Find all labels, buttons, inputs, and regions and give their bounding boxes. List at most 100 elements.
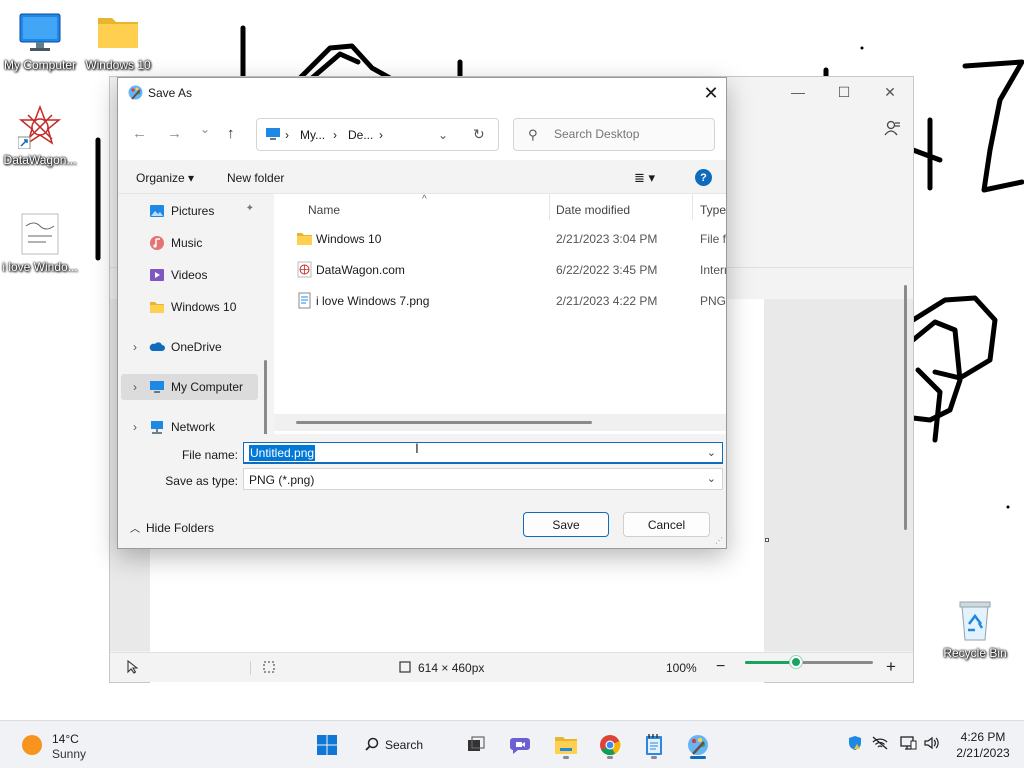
file-list-horizontal-scrollbar[interactable] (296, 421, 592, 424)
paint-vertical-scrollbar[interactable] (904, 285, 907, 530)
sidebar-item-label: My Computer (171, 380, 244, 394)
zoom-out-button[interactable]: − (716, 658, 725, 676)
paint-app-taskbar-icon[interactable] (682, 729, 714, 761)
expand-chevron-icon[interactable]: › (121, 340, 149, 354)
sidebar-item-windows-10[interactable]: Windows 10 (121, 294, 258, 320)
forward-button[interactable]: → (167, 125, 182, 142)
file-list: ^ Name Date modified Type Windows 10 2/2… (274, 194, 726, 434)
internet-shortcut-icon (296, 261, 313, 278)
taskbar-search-button[interactable]: Search (365, 732, 423, 758)
save-button[interactable]: Save (523, 512, 609, 537)
music-icon (149, 235, 165, 251)
file-type: File fo (700, 232, 726, 246)
search-box[interactable]: ⚲ (513, 118, 715, 151)
new-folder-button[interactable]: New folder (227, 171, 284, 185)
display-icon[interactable] (899, 735, 917, 754)
pin-icon: ✦ (245, 203, 254, 214)
sidebar-item-label: Videos (171, 268, 208, 282)
address-bar[interactable]: › My... › De... › ⌄ ↻ (256, 118, 499, 151)
desktop-icon-recycle-bin[interactable]: Recycle Bin (935, 598, 1015, 660)
close-button[interactable]: ✕ (867, 77, 913, 107)
pictures-icon (149, 203, 165, 219)
column-header-name[interactable]: Name (308, 203, 340, 217)
dialog-footer: ︿ Hide Folders Save Cancel ⋰ (118, 498, 726, 548)
chrome-icon[interactable] (594, 729, 626, 761)
refresh-icon[interactable]: ↻ (473, 126, 485, 143)
organize-button[interactable]: Organize ▾ (136, 171, 194, 185)
start-button[interactable] (311, 729, 343, 761)
volume-icon[interactable] (923, 735, 941, 754)
back-button[interactable]: ← (132, 125, 147, 142)
zoom-slider-thumb[interactable] (790, 656, 802, 668)
sidebar-item-onedrive[interactable]: › OneDrive (121, 334, 258, 360)
expand-chevron-icon[interactable]: › (121, 380, 149, 394)
running-indicator (607, 756, 613, 759)
sidebar-item-network[interactable]: › Network (121, 414, 258, 434)
desktop-icon-label: DataWagon... (3, 153, 77, 167)
zoom-slider[interactable] (745, 656, 873, 668)
sidebar-item-label: Music (171, 236, 203, 250)
sidebar-item-videos[interactable]: Videos (121, 262, 258, 288)
videos-icon (149, 267, 165, 283)
column-header-date-modified[interactable]: Date modified (556, 203, 630, 217)
datawagon-shortcut-icon (17, 104, 62, 150)
search-icon: ⚲ (528, 127, 538, 142)
desktop-icon-windows-10[interactable]: Windows 10 (78, 10, 158, 72)
chat-icon[interactable] (505, 729, 537, 761)
folder-icon (296, 230, 313, 247)
recent-locations-button[interactable]: ⌄ (200, 122, 210, 136)
breadcrumb-desktop[interactable]: De... (348, 128, 373, 142)
sidebar-item-music[interactable]: Music (121, 230, 258, 256)
weather-temperature: 14°C (52, 732, 79, 746)
file-row[interactable]: i love Windows 7.png 2/21/2023 4:22 PM P… (274, 286, 726, 316)
help-button[interactable]: ? (695, 169, 712, 186)
address-dropdown-chevron-icon[interactable]: ⌄ (438, 128, 448, 142)
account-icon[interactable] (884, 119, 902, 140)
dialog-title-bar: Save As ✕ (118, 78, 726, 108)
canvas-resize-handle[interactable] (765, 538, 769, 542)
file-row[interactable]: Windows 10 2/21/2023 3:04 PM File fo (274, 224, 726, 254)
column-header-type[interactable]: Type (700, 203, 726, 217)
monitor-icon (18, 10, 62, 54)
search-input[interactable] (554, 127, 704, 141)
network-disconnected-icon[interactable] (871, 735, 889, 754)
resize-grip-icon[interactable]: ⋰ (715, 536, 723, 545)
file-type: PNG (700, 294, 726, 308)
file-explorer-icon[interactable] (550, 729, 582, 761)
sidebar-item-pictures[interactable]: Pictures ✦ (121, 198, 258, 224)
hide-folders-label: Hide Folders (146, 521, 215, 535)
notepad-icon[interactable] (638, 729, 670, 761)
cancel-button[interactable]: Cancel (623, 512, 710, 537)
desktop-icon-my-computer[interactable]: My Computer (0, 10, 80, 72)
maximize-button[interactable]: ☐ (821, 77, 867, 107)
save-as-type-select[interactable]: PNG (*.png) ⌄ (243, 468, 723, 490)
clock-date: 2/21/2023 (956, 746, 1010, 760)
navigation-pane-scrollbar[interactable] (264, 360, 267, 434)
sidebar-item-my-computer[interactable]: › My Computer (121, 374, 258, 400)
security-shield-icon[interactable] (847, 735, 863, 754)
expand-chevron-icon[interactable]: › (121, 420, 149, 434)
system-clock[interactable]: 4:26 PM 2/21/2023 (948, 729, 1018, 761)
view-options-button[interactable]: ≣ ▾ (634, 170, 655, 186)
chevron-down-icon[interactable]: ⌄ (707, 446, 716, 459)
task-view-icon[interactable] (460, 729, 492, 761)
minimize-button[interactable]: — (775, 77, 821, 107)
up-button[interactable]: ↑ (227, 125, 235, 142)
sort-ascending-icon: ^ (422, 194, 427, 205)
desktop-icon-png-image[interactable]: i love Windo... (0, 212, 80, 274)
desktop-icon-datawagon[interactable]: DataWagon... (0, 104, 80, 167)
dialog-close-button[interactable]: ✕ (696, 78, 726, 108)
chevron-down-icon[interactable]: ⌄ (707, 472, 716, 485)
running-indicator (563, 756, 569, 759)
desktop-icon-label: i love Windo... (2, 260, 78, 274)
breadcrumb-my-computer[interactable]: My... (300, 128, 325, 142)
file-date: 2/21/2023 3:04 PM (556, 232, 658, 246)
file-row[interactable]: DataWagon.com 6/22/2022 3:45 PM Intern (274, 255, 726, 285)
sun-icon (22, 735, 42, 755)
zoom-in-button[interactable]: + (886, 657, 896, 677)
file-name-field[interactable]: Untitled.png ⌄ (243, 442, 723, 464)
onedrive-icon (149, 339, 165, 355)
file-name: i love Windows 7.png (316, 294, 430, 308)
canvas-size-icon (398, 660, 412, 677)
hide-folders-button[interactable]: ︿ Hide Folders (130, 520, 214, 535)
